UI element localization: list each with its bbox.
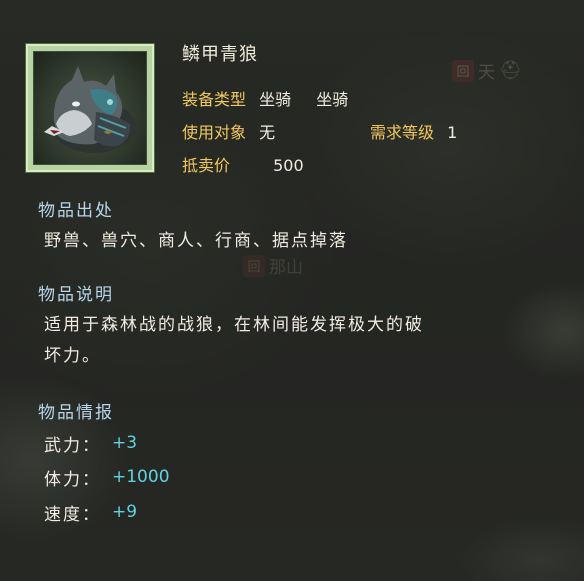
sell-price-label: 抵卖价 xyxy=(182,156,231,175)
equip-type-value: 坐骑 xyxy=(259,90,292,109)
stat-label-strength: 武力： xyxy=(44,436,101,456)
description-heading: 物品说明 xyxy=(38,285,114,305)
item-name: 鳞甲青狼 xyxy=(182,44,258,65)
wolf-portrait-image xyxy=(33,51,147,165)
stat-value-stamina: +1000 xyxy=(112,467,170,487)
sell-price-row: 抵卖价 500 xyxy=(182,152,304,176)
sell-price-value: 500 xyxy=(273,156,304,175)
stat-value-speed: +9 xyxy=(112,502,138,522)
item-portrait-frame xyxy=(26,44,154,172)
stat-label-stamina: 体力： xyxy=(44,470,101,490)
required-level-label: 需求等级 xyxy=(370,123,435,142)
use-target-row: 使用对象 无 xyxy=(182,119,275,143)
equip-type-value-secondary: 坐骑 xyxy=(316,90,349,109)
wolf-icon xyxy=(44,66,136,153)
item-tooltip-panel: 鳞甲青狼 装备类型 坐骑 坐骑 使用对象 无 需求等级 1 抵卖价 500 物品… xyxy=(0,0,584,581)
source-heading: 物品出处 xyxy=(38,201,114,221)
required-level-value: 1 xyxy=(447,123,458,142)
use-target-value: 无 xyxy=(259,123,276,142)
stat-value-strength: +3 xyxy=(112,433,138,453)
description-line-2: 坏力。 xyxy=(44,346,101,366)
stat-label-speed: 速度： xyxy=(44,505,101,525)
stats-heading: 物品情报 xyxy=(38,403,114,423)
use-target-label: 使用对象 xyxy=(182,123,247,142)
description-line-1: 适用于森林战的战狼，在林间能发挥极大的破 xyxy=(44,315,424,335)
equip-type-row: 装备类型 坐骑 坐骑 xyxy=(182,86,348,110)
equip-type-label: 装备类型 xyxy=(182,90,247,109)
required-level-row: 需求等级 1 xyxy=(370,119,457,143)
source-text: 野兽、兽穴、商人、行商、据点掉落 xyxy=(44,231,348,251)
